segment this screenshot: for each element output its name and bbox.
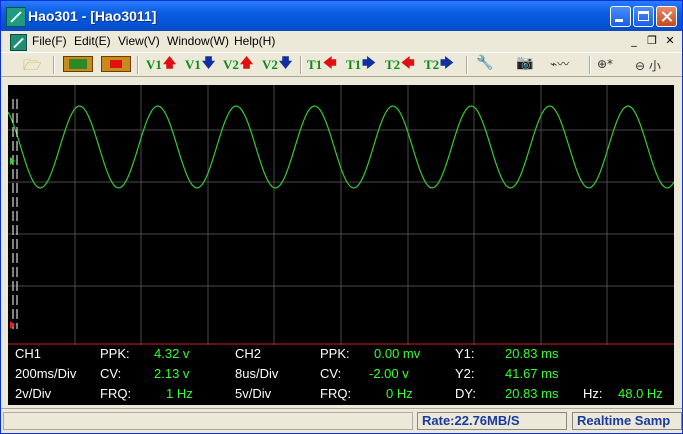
minimize-button[interactable] (610, 6, 631, 27)
zoom-in-icon[interactable]: ⊕* (597, 57, 613, 71)
menu-view[interactable]: View(V) (118, 34, 160, 48)
sample-rate-status: Rate:22.76MB/S (417, 412, 567, 430)
camera-icon[interactable]: 📷 (516, 55, 533, 71)
arrow-left-icon: 🡄 (323, 55, 337, 71)
v2-down-button[interactable]: V2 🡇 (262, 55, 292, 74)
maximize-button[interactable] (633, 6, 654, 27)
arrow-down-icon: 🡇 (201, 55, 216, 71)
arrow-down-icon: 🡇 (278, 55, 293, 71)
toolbar: 🗁 V1 🡅 V1 🡇 V2 🡅 V2 🡇 T1 🡄 T1 🡆 T2 🡄 T2 🡆 🔧 📷 ⌁〰… (1, 52, 682, 77)
title-bar[interactable]: Hao301 - [Hao3011] (1, 1, 682, 31)
waveform-plot[interactable] (8, 85, 674, 345)
v1-up-button[interactable]: V1 🡅 (146, 55, 176, 74)
status-bar: Rate:22.76MB/S Realtime Samp (1, 408, 682, 433)
arrow-left-icon: 🡄 (401, 55, 415, 71)
v2-up-button[interactable]: V2 🡅 (223, 55, 253, 74)
app-window: Hao301 - [Hao3011] File(F) Edit(E) View(… (0, 0, 683, 434)
ch1-vdiv: 2v/Div (15, 386, 52, 401)
doc-close-icon[interactable]: ✕ (664, 35, 676, 47)
sampling-mode-status: Realtime Samp (572, 412, 682, 430)
oscilloscope-display[interactable]: CH1 PPK: 4.32 v CH2 PPK: 0.00 mv Y1: 20.… (8, 85, 674, 405)
ch2-ppk-value: 0.00 mv (374, 346, 421, 361)
stop-button[interactable] (101, 56, 131, 72)
document-icon[interactable] (10, 34, 27, 51)
menu-bar: File(F) Edit(E) View(V) Window(W) Help(H… (1, 31, 682, 52)
menu-edit[interactable]: Edit(E) (74, 34, 111, 48)
ch1-frq-value: 1 Hz (166, 386, 193, 401)
run-icon (69, 59, 87, 69)
status-message-pane (3, 412, 413, 430)
t2-right-button[interactable]: T2 🡆 (424, 55, 454, 74)
hz-value: 48.0 Hz (618, 386, 663, 401)
close-button[interactable] (656, 6, 677, 27)
t1-right-button[interactable]: T1 🡆 (346, 55, 376, 74)
app-icon (6, 7, 26, 27)
ch1-cv-value: 2.13 v (154, 366, 190, 381)
ch2-cv-label: CV: (320, 366, 342, 381)
arrow-right-icon: 🡆 (362, 55, 376, 71)
y1-value: 20.83 ms (505, 346, 559, 361)
signal-probe-icon[interactable]: ⌁〰 (550, 55, 569, 72)
t2-left-button[interactable]: T2 🡄 (385, 55, 415, 74)
ch2-frq-value: 0 Hz (386, 386, 413, 401)
ch2-ppk-label: PPK: (320, 346, 350, 361)
arrow-up-icon: 🡅 (162, 55, 177, 71)
ch1-name: CH1 (15, 346, 42, 361)
wrench-icon[interactable]: 🔧 (476, 55, 493, 71)
v1-down-button[interactable]: V1 🡇 (185, 55, 215, 74)
ch1-timebase: 200ms/Div (15, 366, 77, 381)
hz-label: Hz: (583, 386, 603, 401)
menu-window[interactable]: Window(W) (167, 34, 229, 48)
ch1-cv-label: CV: (100, 366, 122, 381)
menu-file[interactable]: File(F) (32, 34, 67, 48)
window-title: Hao301 - [Hao3011] (28, 8, 157, 24)
dy-label: DY: (455, 386, 476, 401)
ch2-cv-value: -2.00 v (369, 366, 409, 381)
zoom-out-icon[interactable]: ⊖ 小 (635, 57, 661, 74)
ch2-frq-label: FRQ: (320, 386, 352, 401)
menu-help[interactable]: Help(H) (234, 34, 275, 48)
ch1-frq-label: FRQ: (100, 386, 132, 401)
y1-label: Y1: (455, 346, 475, 361)
y2-value: 41.67 ms (505, 366, 559, 381)
vertical-scrollbar[interactable] (675, 79, 682, 409)
dy-value: 20.83 ms (505, 386, 559, 401)
stop-icon (110, 60, 122, 68)
ch2-name: CH2 (235, 346, 262, 361)
grid-lines (8, 85, 674, 345)
open-folder-icon[interactable]: 🗁 (23, 55, 42, 80)
ch2-vdiv: 5v/Div (235, 386, 272, 401)
run-button[interactable] (63, 56, 93, 72)
ch1-ppk-value: 4.32 v (154, 346, 190, 361)
doc-minimize-icon[interactable]: _ (628, 35, 640, 47)
ch2-timebase: 8us/Div (235, 366, 279, 381)
arrow-up-icon: 🡅 (239, 55, 254, 71)
y2-label: Y2: (455, 366, 475, 381)
doc-restore-icon[interactable]: ❐ (646, 35, 658, 47)
ch1-ppk-label: PPK: (100, 346, 130, 361)
arrow-right-icon: 🡆 (440, 55, 454, 71)
measurement-readout: CH1 PPK: 4.32 v CH2 PPK: 0.00 mv Y1: 20.… (8, 345, 674, 405)
t1-left-button[interactable]: T1 🡄 (307, 55, 337, 74)
